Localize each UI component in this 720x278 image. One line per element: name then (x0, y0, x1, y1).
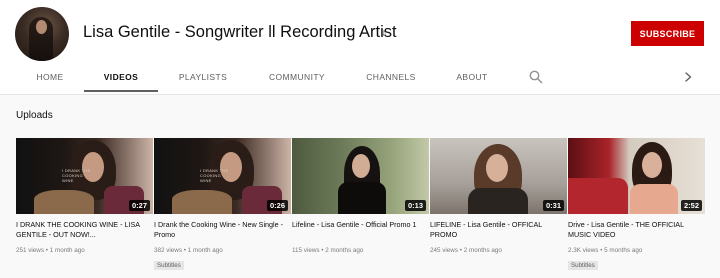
video-card[interactable]: 2:52 Drive - Lisa Gentile - THE OFFICIAL… (568, 138, 705, 272)
channel-avatar[interactable] (15, 7, 69, 61)
channel-name: Lisa Gentile - Songwriter ll Recording A… (83, 23, 397, 41)
video-title[interactable]: I DRANK THE COOKING WINE - LISA GENTILE … (16, 220, 153, 241)
video-card[interactable]: I DRANK THE COOKING WINE 0:26 I Drank th… (154, 138, 291, 272)
avatar-face (36, 20, 47, 34)
video-duration: 0:26 (266, 200, 288, 211)
video-age: 2 months ago (325, 247, 364, 254)
channel-header: Lisa Gentile - Songwriter ll Recording A… (0, 0, 720, 94)
video-meta: 2.3K views • 5 months ago (568, 247, 643, 254)
uploads-section-title[interactable]: Uploads (16, 110, 53, 121)
video-card[interactable]: I DRANK THE COOKING WINE 0:27 I DRANK TH… (16, 138, 153, 254)
tab-home[interactable]: HOME (16, 62, 84, 92)
video-meta: 115 views • 2 months ago (292, 247, 364, 254)
video-age: 1 month ago (49, 247, 85, 254)
video-thumbnail[interactable]: I DRANK THE COOKING WINE 0:26 (154, 138, 291, 214)
video-thumbnail[interactable]: 0:13 (292, 138, 429, 214)
video-title[interactable]: Drive - Lisa Gentile - THE OFFICIAL MUSI… (568, 220, 705, 241)
tab-channels[interactable]: CHANNELS (352, 62, 430, 92)
video-views: 245 views (430, 247, 459, 254)
verified-artist-icon: ♪ (381, 27, 387, 39)
video-title[interactable]: Lifeline - Lisa Gentile - Official Promo… (292, 220, 429, 241)
thumbnail-text: I DRANK THE COOKING WINE (62, 168, 91, 183)
channel-tabs: HOME VIDEOS PLAYLISTS COMMUNITY CHANNELS… (0, 62, 720, 94)
video-title[interactable]: I Drank the Cooking Wine - New Single - … (154, 220, 291, 241)
video-meta: 382 views • 1 month ago (154, 247, 223, 254)
video-age: 1 month ago (187, 247, 223, 254)
subtitles-badge: Subtitles (568, 261, 598, 270)
video-duration: 0:27 (128, 200, 150, 211)
header-divider (0, 94, 720, 95)
tab-playlists[interactable]: PLAYLISTS (164, 62, 242, 92)
video-age: 5 months ago (604, 247, 643, 254)
thumbnail-text: I DRANK THE COOKING WINE (200, 168, 229, 183)
video-meta: 245 views • 2 months ago (430, 247, 502, 254)
video-views: 251 views (16, 247, 45, 254)
video-card[interactable]: 0:31 LIFELINE - Lisa Gentile - OFFICAL P… (430, 138, 567, 254)
video-thumbnail[interactable]: 2:52 (568, 138, 705, 214)
video-thumbnail[interactable]: 0:31 (430, 138, 567, 214)
video-views: 115 views (292, 247, 320, 254)
search-icon[interactable] (529, 70, 543, 84)
chevron-right-icon[interactable] (682, 70, 694, 84)
video-card[interactable]: 0:13 Lifeline - Lisa Gentile - Official … (292, 138, 429, 254)
subscribe-button[interactable]: SUBSCRIBE (631, 21, 704, 46)
video-views: 382 views (154, 247, 183, 254)
video-duration: 0:31 (542, 200, 564, 211)
video-views: 2.3K views (568, 247, 599, 254)
video-duration: 2:52 (680, 200, 702, 211)
tab-community[interactable]: COMMUNITY (254, 62, 340, 92)
video-title[interactable]: LIFELINE - Lisa Gentile - OFFICAL PROMO (430, 220, 567, 241)
video-meta: 251 views • 1 month ago (16, 247, 85, 254)
tab-about[interactable]: ABOUT (440, 62, 504, 92)
subtitles-badge: Subtitles (154, 261, 184, 270)
video-thumbnail[interactable]: I DRANK THE COOKING WINE 0:27 (16, 138, 153, 214)
active-tab-indicator (84, 90, 158, 92)
video-age: 2 months ago (463, 247, 502, 254)
tab-videos[interactable]: VIDEOS (84, 62, 158, 92)
video-duration: 0:13 (404, 200, 426, 211)
